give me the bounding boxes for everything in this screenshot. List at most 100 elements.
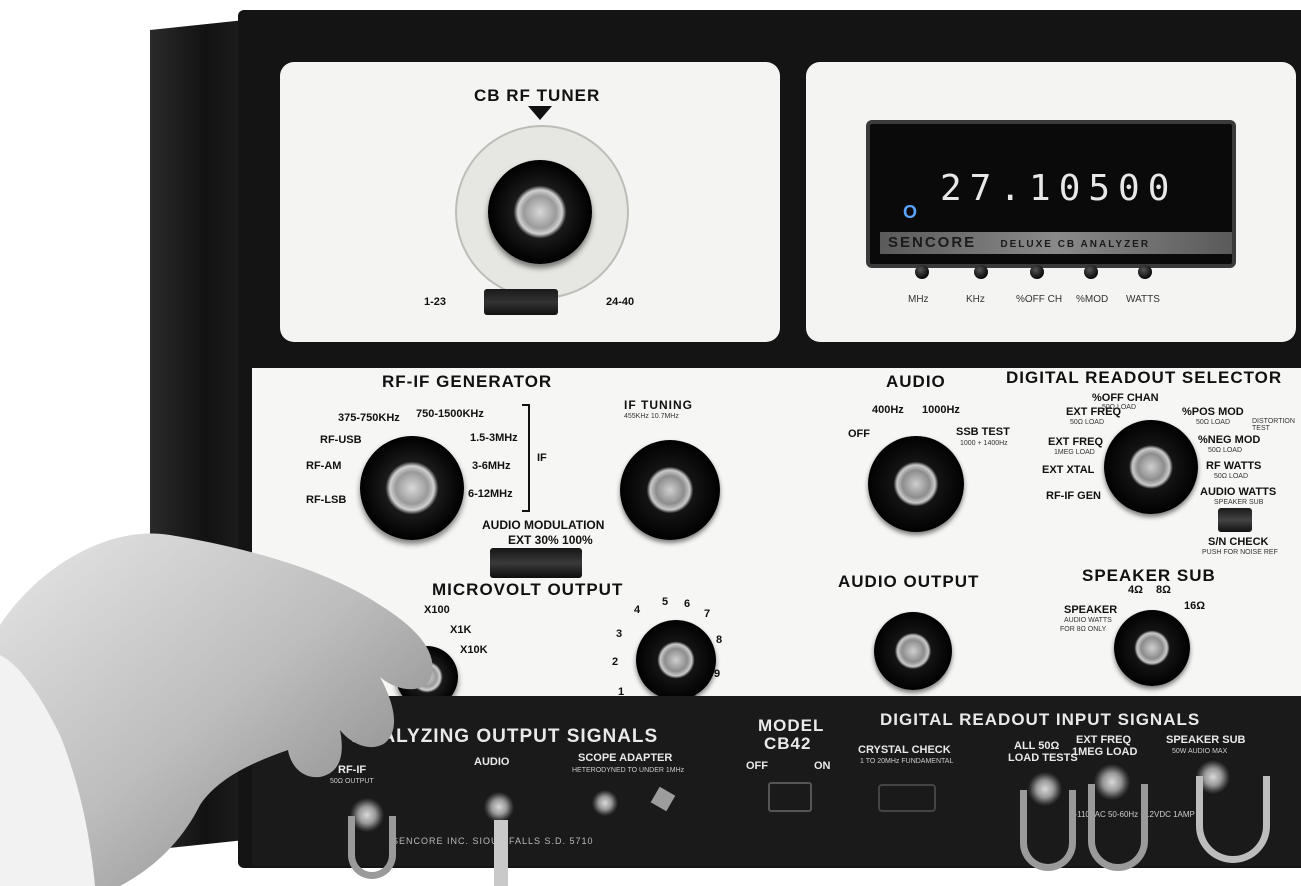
scope-adapter-jack[interactable] xyxy=(592,790,618,816)
audio-400-label: 400Hz xyxy=(872,404,904,416)
speaker-sub-jack-sublabel: 50W AUDIO MAX xyxy=(1172,748,1228,755)
speaker-8-ohm: 8Ω xyxy=(1156,584,1171,596)
ext-xtal-label: EXT XTAL xyxy=(1042,464,1095,476)
ext-freq-jack-label: EXT FREQ xyxy=(1076,734,1132,746)
speaker-4-ohm: 4Ω xyxy=(1128,584,1143,596)
ext-freq-1meg-label: EXT FREQ xyxy=(1048,436,1104,448)
pos-mod-sublabel: 50Ω LOAD xyxy=(1196,419,1231,426)
ext-freq-1meg-sublabel: 1MEG LOAD xyxy=(1054,449,1095,456)
band-switch[interactable] xyxy=(484,289,558,315)
multiplier-x10k-label: X10K xyxy=(460,644,488,656)
meg-load-jack-label: 1MEG LOAD xyxy=(1072,746,1138,758)
tuner-knob[interactable] xyxy=(488,160,592,264)
rf-if-option-750: 750-1500KHz xyxy=(416,408,484,420)
ext-freq-50-sublabel: 50Ω LOAD xyxy=(1070,419,1105,426)
mod-label: %MOD xyxy=(1076,294,1109,305)
crystal-socket[interactable] xyxy=(878,784,936,812)
tuner-pointer-icon xyxy=(528,106,552,120)
microvolt-output-title: MICROVOLT OUTPUT xyxy=(432,580,624,599)
scope-adapter-sublabel: HETERODYNED TO UNDER 1MHz xyxy=(572,767,685,774)
operator-hand xyxy=(0,533,433,886)
all-50-label: ALL 50Ω xyxy=(1014,740,1060,752)
band-high-label: 24-40 xyxy=(606,296,635,308)
mhz-button[interactable] xyxy=(915,265,929,279)
watts-label: WATTS xyxy=(1126,294,1160,305)
scale-3: 3 xyxy=(616,628,623,640)
power-switch[interactable] xyxy=(768,782,812,812)
off-ch-label: %OFF CH xyxy=(1016,294,1063,305)
model-label: MODEL xyxy=(758,716,825,735)
audio-modulation-switch[interactable] xyxy=(490,548,582,578)
readout-selector-knob[interactable] xyxy=(1104,420,1198,514)
audio-modulation-options: EXT 30% 100% xyxy=(508,533,593,547)
frequency-readout: 27.10500 xyxy=(940,168,1178,209)
scope-adapter-label: SCOPE ADAPTER xyxy=(578,752,673,764)
rf-if-option-6: 6-12MHz xyxy=(468,488,513,500)
scale-2: 2 xyxy=(612,656,619,668)
rf-watts-label: RF WATTS xyxy=(1206,460,1262,472)
audio-1000-label: 1000Hz xyxy=(922,404,960,416)
speaker-sublabel-1: AUDIO WATTS xyxy=(1064,617,1112,624)
audio-ssb-sublabel: 1000 + 1400Hz xyxy=(960,440,1008,447)
scale-7: 7 xyxy=(704,608,711,620)
sn-check-button[interactable] xyxy=(1218,508,1252,532)
off-chan-label: %OFF CHAN xyxy=(1092,392,1159,404)
if-bracket xyxy=(522,404,530,512)
audio-off-label: OFF xyxy=(848,428,870,440)
audio-watts-sublabel: SPEAKER SUB xyxy=(1214,499,1264,506)
brand-strip: SENCORE DELUXE CB ANALYZER xyxy=(880,232,1232,254)
pos-mod-label: %POS MOD xyxy=(1182,406,1244,418)
mod-button[interactable] xyxy=(1084,265,1098,279)
speaker-16-ohm: 16Ω xyxy=(1184,600,1206,612)
scale-5: 5 xyxy=(662,596,669,608)
if-tuning-title: IF TUNING xyxy=(624,398,693,412)
sn-check-label: S/N CHECK xyxy=(1208,536,1269,548)
off-ch-button[interactable] xyxy=(1030,265,1044,279)
cb-rf-tuner-title: CB RF TUNER xyxy=(474,86,601,105)
audio-output-jack[interactable] xyxy=(484,792,514,822)
crystal-check-label: CRYSTAL CHECK xyxy=(858,744,951,756)
neg-mod-label: %NEG MOD xyxy=(1198,434,1261,446)
audio-modulation-title: AUDIO MODULATION xyxy=(482,518,605,532)
khz-label: KHz xyxy=(966,294,985,305)
audio-output-title: AUDIO OUTPUT xyxy=(838,572,980,591)
load-tests-cable xyxy=(1020,790,1076,871)
brand-logo: SENCORE xyxy=(888,234,977,251)
if-tuning-knob[interactable] xyxy=(620,440,720,540)
rf-if-option-am: RF-AM xyxy=(306,460,342,472)
speaker-sub-jack-label: SPEAKER SUB xyxy=(1166,734,1246,746)
speaker-sub-title: SPEAKER SUB xyxy=(1082,566,1216,585)
watts-button[interactable] xyxy=(1138,265,1152,279)
if-bracket-label: IF xyxy=(537,452,547,464)
rf-if-option-1-5: 1.5-3MHz xyxy=(470,432,518,444)
neg-mod-sublabel: 50Ω LOAD xyxy=(1208,447,1243,454)
model-number: CB42 xyxy=(764,734,812,753)
load-tests-label: LOAD TESTS xyxy=(1008,752,1078,764)
scale-8: 8 xyxy=(716,634,723,646)
audio-output-knob[interactable] xyxy=(874,612,952,690)
sn-check-sublabel: PUSH FOR NOISE REF xyxy=(1202,549,1278,556)
rf-if-option-usb: RF-USB xyxy=(320,434,362,446)
speaker-sublabel-2: FOR 8Ω ONLY xyxy=(1060,626,1107,633)
audio-cable xyxy=(494,820,508,886)
mhz-label: MHz xyxy=(908,294,929,305)
khz-button[interactable] xyxy=(974,265,988,279)
rf-if-gen-label: RF-IF GEN xyxy=(1046,490,1101,502)
rf-watts-sublabel: 50Ω LOAD xyxy=(1214,473,1249,480)
speaker-sub-knob[interactable] xyxy=(1114,610,1190,686)
ext-freq-50-label: EXT FREQ xyxy=(1066,406,1122,418)
microvolt-level-knob[interactable] xyxy=(636,620,716,700)
readout-input-title: DIGITAL READOUT INPUT SIGNALS xyxy=(880,710,1201,729)
audio-ssb-label: SSB TEST xyxy=(956,426,1010,438)
scale-6: 6 xyxy=(684,598,691,610)
readout-selector-title: DIGITAL READOUT SELECTOR xyxy=(1006,368,1283,387)
power-on-label: ON xyxy=(814,760,831,772)
ext-freq-cable xyxy=(1088,784,1148,871)
rf-if-option-375: 375-750KHz xyxy=(338,412,400,424)
speaker-sub-cable xyxy=(1196,776,1270,863)
rf-if-generator-title: RF-IF GENERATOR xyxy=(382,372,553,391)
audio-knob[interactable] xyxy=(868,436,964,532)
audio-jack-label: AUDIO xyxy=(474,756,510,768)
audio-title: AUDIO xyxy=(886,372,946,391)
crystal-check-sublabel: 1 TO 20MHz FUNDAMENTAL xyxy=(860,758,954,765)
